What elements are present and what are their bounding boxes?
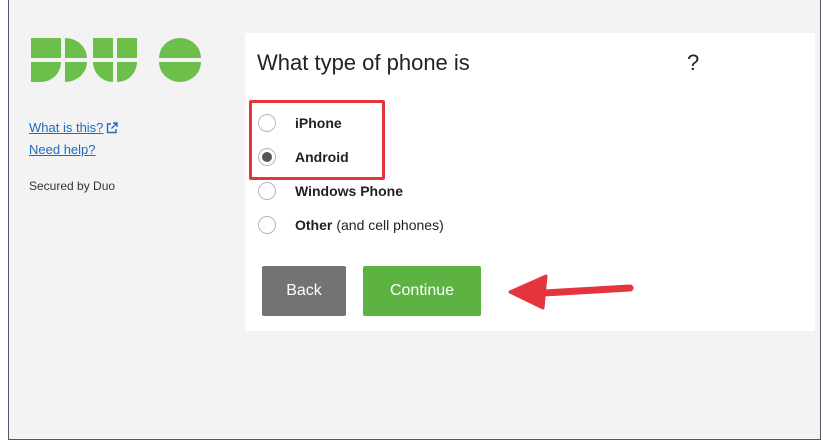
external-link-icon — [107, 122, 119, 134]
title-question-mark: ? — [687, 50, 700, 75]
option-other[interactable]: Other (and cell phones) — [258, 213, 444, 237]
option-windows-phone[interactable]: Windows Phone — [258, 179, 403, 203]
title-text: What type of phone is — [257, 50, 470, 75]
page-title: What type of phone is ? — [257, 50, 699, 76]
secured-by-duo: Secured by Duo — [29, 179, 116, 193]
need-help-link[interactable]: Need help? — [29, 139, 199, 161]
option-label-windows-phone: Windows Phone — [295, 183, 403, 199]
option-sublabel-other: (and cell phones) — [336, 217, 444, 233]
annotation-arrow-icon — [508, 274, 634, 310]
radio-other[interactable] — [258, 216, 276, 234]
help-links: What is this? Need help? — [29, 117, 199, 161]
what-is-this-link[interactable]: What is this? — [29, 117, 199, 139]
duo-logo — [31, 38, 201, 82]
what-is-this-label: What is this? — [29, 120, 104, 135]
annotation-highlight-box — [249, 100, 385, 180]
sidebar: What is this? Need help? Secured by Duo — [29, 38, 201, 193]
continue-button[interactable]: Continue — [363, 266, 481, 316]
back-button[interactable]: Back — [262, 266, 346, 316]
option-label-other: Other — [295, 217, 333, 233]
radio-windows-phone[interactable] — [258, 182, 276, 200]
duo-frame: What is this? Need help? Secured by Duo … — [8, 0, 821, 440]
